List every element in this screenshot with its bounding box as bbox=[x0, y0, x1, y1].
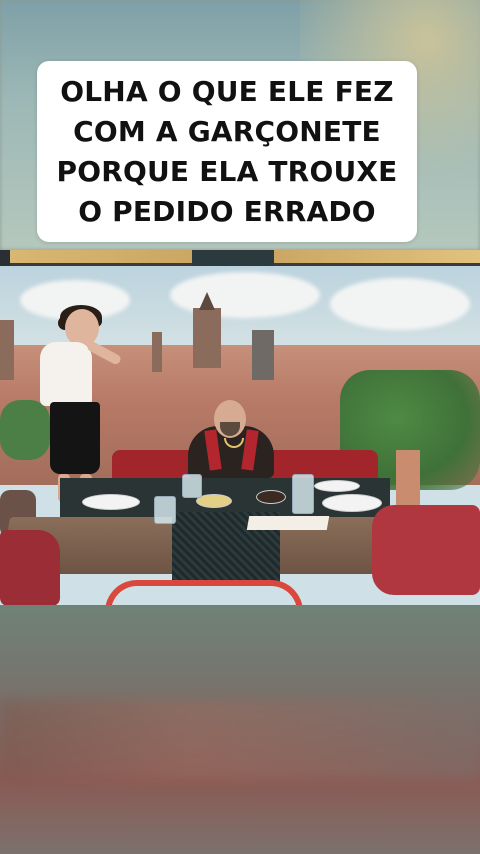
caption-line-2: COM A GARÇONETE bbox=[73, 114, 381, 148]
tower-roof bbox=[199, 292, 215, 310]
city-tower bbox=[152, 332, 162, 372]
city-tower bbox=[252, 330, 274, 380]
caption-line-4: O PEDIDO ERRADO bbox=[78, 194, 376, 228]
menu-card bbox=[246, 516, 330, 530]
caption-card: OLHA O QUE ELE FEZ COM A GARÇONETE PORQU… bbox=[37, 61, 417, 242]
red-chair-back bbox=[105, 580, 303, 606]
caption-line-3: PORQUE ELA TROUXE bbox=[56, 154, 398, 188]
window-frame-post bbox=[192, 250, 274, 266]
waitress-white-shirt bbox=[40, 342, 92, 406]
plate bbox=[82, 494, 140, 510]
bowl bbox=[256, 490, 286, 504]
trees bbox=[0, 400, 50, 460]
water-glass bbox=[154, 496, 176, 524]
water-bottle bbox=[292, 474, 314, 514]
blurred-background-band bbox=[0, 700, 480, 780]
plate bbox=[322, 494, 382, 512]
cloud bbox=[330, 278, 470, 330]
plate bbox=[314, 480, 360, 492]
caption-line-1: OLHA O QUE ELE FEZ bbox=[60, 74, 394, 108]
church-spire bbox=[0, 320, 14, 380]
water-glass bbox=[182, 474, 202, 498]
waitress-black-skirt bbox=[50, 402, 100, 474]
red-chair bbox=[0, 530, 60, 606]
video-frame[interactable] bbox=[0, 250, 480, 606]
red-roof-tower bbox=[396, 450, 420, 506]
city-tower bbox=[193, 308, 221, 368]
window-frame-corner bbox=[0, 250, 10, 266]
red-chair bbox=[372, 505, 480, 595]
